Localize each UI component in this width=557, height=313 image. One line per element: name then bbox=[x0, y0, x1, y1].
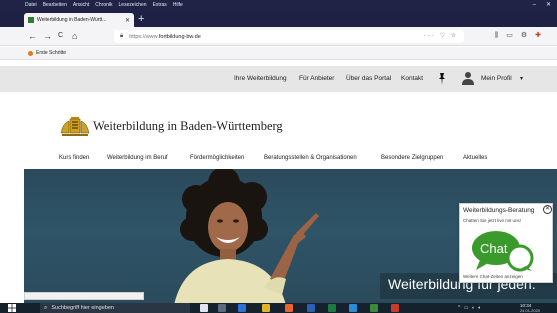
excel-icon[interactable] bbox=[328, 304, 336, 312]
search-icon: ⌕ bbox=[44, 304, 48, 311]
menu-hilfe[interactable]: Hilfe bbox=[173, 0, 183, 11]
coat-of-arms-logo[interactable] bbox=[60, 117, 90, 137]
chat-subtitle: Chatten Sie jetzt live mit uns! bbox=[463, 218, 522, 223]
site-logo-text[interactable]: Weiterbildung in Baden-Württemberg bbox=[93, 119, 283, 134]
status-bar: https://www.fortbildung-bw.de/fuer-anbie… bbox=[24, 292, 144, 307]
library-icon[interactable]: ⫼ bbox=[495, 30, 498, 42]
tab-close-icon[interactable]: ✕ bbox=[125, 17, 130, 24]
toolbar-icons: ⫼ ▭ ⚙ ✚ bbox=[495, 30, 541, 42]
mainnav-aktuelles[interactable]: Aktuelles bbox=[463, 150, 487, 166]
window-controls: – ✕ bbox=[533, 0, 551, 11]
word-icon[interactable] bbox=[307, 304, 315, 312]
settings-icon[interactable]: ⚙ bbox=[521, 30, 527, 42]
mainnav-weiterbildung-im-beruf[interactable]: Weiterbildung im Beruf bbox=[107, 150, 168, 166]
menu-lesezeichen[interactable]: Lesezeichen bbox=[119, 0, 147, 11]
skype-icon[interactable] bbox=[349, 304, 357, 312]
address-bar[interactable]: 🔒︎ https://www.fortbildung-bw.de ··· ♡ ☆ bbox=[114, 30, 464, 43]
chat-bubble-label: Chat bbox=[480, 241, 508, 256]
home-icon[interactable]: ⌂ bbox=[72, 30, 77, 42]
taskbar: ⌕ Suchbegriff hier eingeben ^ ▭ ◐ 🔈︎ 10:… bbox=[0, 303, 557, 313]
nav-mein-profil[interactable]: Mein Profil bbox=[481, 66, 512, 92]
url-text: https://www.fortbildung-bw.de bbox=[129, 33, 201, 40]
nav-fuer-anbieter[interactable]: Für Anbieter bbox=[299, 66, 334, 92]
bookmarks-bar: Erste Schritte bbox=[0, 47, 557, 60]
nav-kontakt[interactable]: Kontakt bbox=[401, 66, 423, 92]
clock[interactable]: 10:34 24.01.2020 bbox=[520, 303, 550, 313]
chat-bubble-icon[interactable]: Chat bbox=[470, 228, 536, 272]
mainnav-besondere-zielgruppen[interactable]: Besondere Zielgruppen bbox=[381, 150, 443, 166]
main-nav: Kurs finden Weiterbildung im Beruf Förde… bbox=[0, 150, 557, 166]
new-tab-button[interactable]: + bbox=[138, 13, 144, 26]
user-icon[interactable] bbox=[462, 71, 474, 85]
chat-close-icon[interactable]: ✕ bbox=[543, 205, 552, 214]
firefox-icon[interactable] bbox=[285, 304, 293, 312]
mainnav-foerdermoeglichkeiten[interactable]: Fördermöglichkeiten bbox=[190, 150, 244, 166]
menu-chronik[interactable]: Chronik bbox=[95, 0, 112, 11]
chat-title: Weiterbildungs-Beratung bbox=[463, 207, 535, 214]
favicon-icon bbox=[28, 17, 34, 23]
page-actions-icon[interactable]: ··· ♡ ☆ bbox=[424, 30, 458, 43]
forward-icon[interactable]: → bbox=[43, 30, 52, 42]
window-close-button[interactable]: ✕ bbox=[546, 0, 551, 11]
sidebar-icon[interactable]: ▭ bbox=[506, 30, 513, 42]
lock-icon: 🔒︎ bbox=[120, 33, 124, 39]
app-icon[interactable] bbox=[370, 304, 378, 312]
nav-ihre-weiterbildung[interactable]: Ihre Weiterbildung bbox=[234, 66, 287, 92]
tab-bar: Weiterbildung in Baden-Württ... ✕ + bbox=[0, 11, 557, 27]
menu-ansicht[interactable]: Ansicht bbox=[73, 0, 89, 11]
mainnav-kurs-finden[interactable]: Kurs finden bbox=[59, 150, 89, 166]
minimize-button[interactable]: – bbox=[533, 0, 536, 11]
browser-window: Datei Bearbeiten Ansicht Chronik Lesezei… bbox=[0, 0, 557, 313]
back-icon[interactable]: ← bbox=[28, 30, 37, 42]
taskbar-search-placeholder: Suchbegriff hier eingeben bbox=[51, 305, 114, 311]
menu-datei[interactable]: Datei bbox=[25, 0, 37, 11]
reload-icon[interactable]: C bbox=[58, 30, 63, 42]
menu-bar: Datei Bearbeiten Ansicht Chronik Lesezei… bbox=[0, 0, 557, 11]
bookmark-erste-schritte[interactable]: Erste Schritte bbox=[36, 50, 66, 56]
cortana-icon[interactable] bbox=[200, 304, 208, 312]
menu-bearbeiten[interactable]: Bearbeiten bbox=[43, 0, 67, 11]
clock-date: 24.01.2020 bbox=[520, 308, 541, 313]
chat-more-times-link[interactable]: Weitere Chat-Zeiten anzeigen bbox=[463, 274, 523, 279]
site-top-nav: Ihre Weiterbildung Für Anbieter Über das… bbox=[0, 66, 557, 92]
navigation-bar: ← → C ⌂ 🔒︎ https://www.fortbildung-bw.de… bbox=[0, 27, 557, 46]
addon-icon[interactable]: ✚ bbox=[535, 30, 541, 42]
mainnav-beratungsstellen[interactable]: Beratungsstellen & Organisationen bbox=[264, 150, 357, 166]
bookmark-icon bbox=[28, 50, 33, 56]
outlook-icon[interactable] bbox=[238, 304, 246, 312]
chevron-down-icon[interactable]: ▾ bbox=[520, 66, 523, 92]
file-explorer-icon[interactable] bbox=[262, 304, 270, 312]
menu-extras[interactable]: Extras bbox=[153, 0, 167, 11]
tab-active[interactable]: Weiterbildung in Baden-Württ... ✕ bbox=[24, 13, 134, 27]
nav-ueber-das-portal[interactable]: Über das Portal bbox=[346, 66, 391, 92]
task-view-icon[interactable] bbox=[218, 304, 226, 312]
windows-start-icon[interactable] bbox=[8, 304, 16, 312]
tab-title: Weiterbildung in Baden-Württ... bbox=[37, 17, 107, 23]
powerpoint-icon[interactable] bbox=[391, 304, 399, 312]
chat-widget[interactable]: Weiterbildungs-Beratung ✕ Chatten Sie je… bbox=[459, 203, 553, 283]
pin-icon[interactable] bbox=[438, 73, 446, 85]
system-tray-icons[interactable]: ^ ▭ ◐ 🔈︎ bbox=[458, 303, 482, 313]
taskbar-search-input[interactable]: ⌕ Suchbegriff hier eingeben bbox=[40, 303, 190, 313]
